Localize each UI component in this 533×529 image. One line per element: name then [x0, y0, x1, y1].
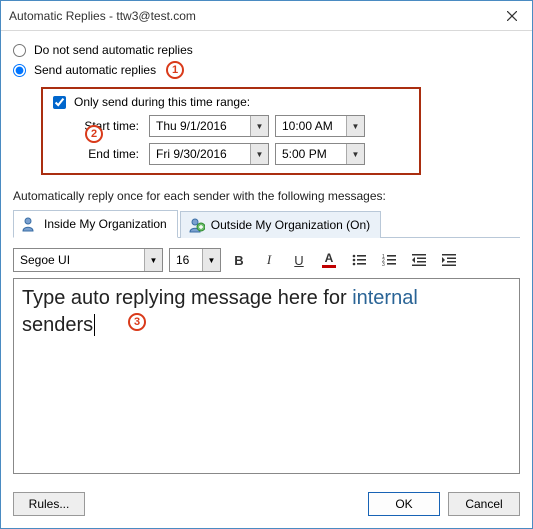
decrease-indent-icon [411, 252, 427, 268]
chevron-down-icon: ▼ [250, 116, 268, 136]
outside-org-icon [189, 217, 205, 233]
close-button[interactable] [492, 1, 532, 31]
auto-reply-description: Automatically reply once for each sender… [13, 189, 520, 203]
end-time-label: End time: [53, 147, 143, 161]
callout-3: 3 [128, 313, 146, 331]
tab-inside-label: Inside My Organization [44, 217, 167, 231]
radio-dont-send[interactable] [13, 44, 26, 57]
only-send-row[interactable]: Only send during this time range: [53, 95, 409, 109]
tab-outside[interactable]: Outside My Organization (On) [180, 211, 381, 238]
dialog-footer: Rules... OK Cancel [1, 482, 532, 528]
underline-button[interactable]: U [287, 248, 311, 272]
callout-2: 2 [85, 125, 103, 143]
bullet-list-button[interactable] [347, 248, 371, 272]
time-range-box: Only send during this time range: Start … [41, 87, 421, 175]
chevron-down-icon: ▼ [202, 249, 220, 271]
decrease-indent-button[interactable] [407, 248, 431, 272]
end-date-combo[interactable]: Fri 9/30/2016 ▼ [149, 143, 269, 165]
radio-dont-send-label: Do not send automatic replies [34, 43, 193, 57]
font-size-combo[interactable]: 16 ▼ [169, 248, 221, 272]
editor-link-word: internal [352, 287, 418, 309]
tab-inside[interactable]: Inside My Organization [13, 210, 178, 238]
start-date-combo[interactable]: Thu 9/1/2016 ▼ [149, 115, 269, 137]
ok-button[interactable]: OK [368, 492, 440, 516]
chevron-down-icon: ▼ [144, 249, 162, 271]
chevron-down-icon: ▼ [346, 116, 364, 136]
start-date-value: Thu 9/1/2016 [150, 119, 250, 133]
dialog-window: Automatic Replies - ttw3@test.com Do not… [0, 0, 533, 529]
increase-indent-icon [441, 252, 457, 268]
radio-dont-send-row[interactable]: Do not send automatic replies [13, 43, 520, 57]
inside-org-icon [22, 216, 38, 232]
close-icon [507, 11, 517, 21]
chevron-down-icon: ▼ [250, 144, 268, 164]
dialog-content: Do not send automatic replies Send autom… [1, 31, 532, 482]
font-name-value: Segoe UI [14, 253, 144, 267]
increase-indent-button[interactable] [437, 248, 461, 272]
chevron-down-icon: ▼ [346, 144, 364, 164]
start-time-combo[interactable]: 10:00 AM ▼ [275, 115, 365, 137]
svg-text:3: 3 [382, 262, 385, 268]
end-date-value: Fri 9/30/2016 [150, 147, 250, 161]
callout-1: 1 [166, 61, 184, 79]
font-color-icon: A [325, 252, 334, 264]
radio-send-label: Send automatic replies [34, 63, 156, 77]
font-name-combo[interactable]: Segoe UI ▼ [13, 248, 163, 272]
end-time-value: 5:00 PM [276, 147, 346, 161]
bold-button[interactable]: B [227, 248, 251, 272]
font-color-bar [322, 265, 336, 268]
radio-send-row[interactable]: Send automatic replies 1 [13, 61, 520, 79]
text-cursor [94, 314, 95, 336]
italic-button[interactable]: I [257, 248, 281, 272]
font-size-value: 16 [170, 253, 202, 267]
end-time-combo[interactable]: 5:00 PM ▼ [275, 143, 365, 165]
message-editor[interactable]: Type auto replying message here for inte… [13, 278, 520, 474]
editor-text-line2: senders [22, 314, 93, 336]
radio-send[interactable] [13, 64, 26, 77]
start-time-value: 10:00 AM [276, 119, 346, 133]
rules-button[interactable]: Rules... [13, 492, 85, 516]
only-send-label: Only send during this time range: [74, 95, 250, 109]
editor-text: Type auto replying message here for [22, 287, 352, 309]
tab-outside-label: Outside My Organization (On) [211, 218, 370, 232]
window-title: Automatic Replies - ttw3@test.com [9, 9, 492, 23]
numbered-list-icon: 1 2 3 [381, 252, 397, 268]
bullet-list-icon [351, 252, 367, 268]
numbered-list-button[interactable]: 1 2 3 [377, 248, 401, 272]
cancel-button[interactable]: Cancel [448, 492, 520, 516]
format-toolbar: Segoe UI ▼ 16 ▼ B I U A [13, 248, 520, 272]
end-time-row: End time: Fri 9/30/2016 ▼ 5:00 PM ▼ [53, 143, 409, 165]
titlebar: Automatic Replies - ttw3@test.com [1, 1, 532, 31]
only-send-checkbox[interactable] [53, 96, 66, 109]
tabs: Inside My Organization Outside My Organi… [13, 209, 520, 238]
font-color-button[interactable]: A [317, 248, 341, 272]
start-time-row: Start time: Thu 9/1/2016 ▼ 10:00 AM ▼ [53, 115, 409, 137]
